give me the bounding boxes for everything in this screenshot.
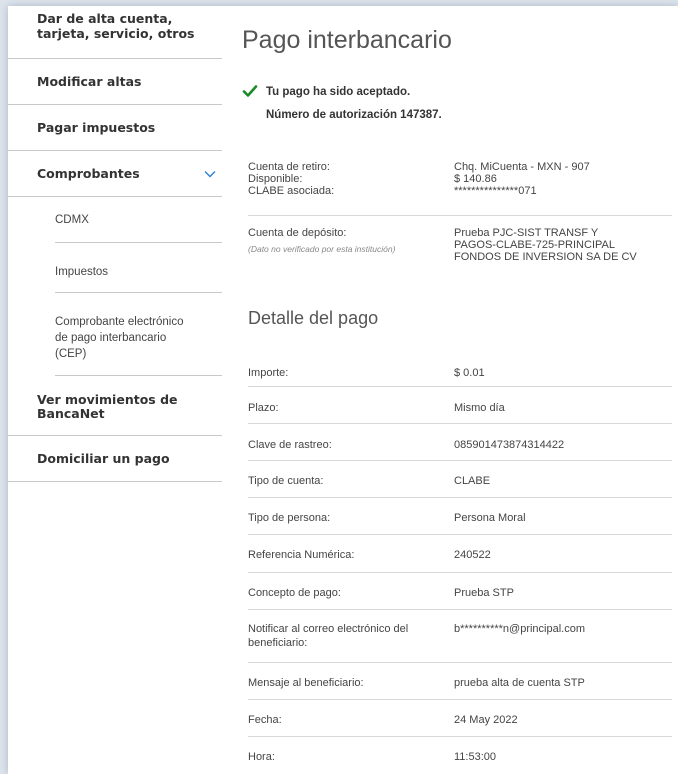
section-title: Detalle del pago <box>248 308 379 328</box>
detail-value: CLABE <box>454 475 491 487</box>
detail-label: Fecha: <box>248 714 282 726</box>
detail-value: Persona Moral <box>454 512 526 524</box>
sidebar-item-ver-movimientos[interactable]: Ver movimientos de BancaNet <box>8 376 222 436</box>
sidebar-subitem-cdmx[interactable]: CDMX <box>55 197 222 243</box>
detail-value: Mismo día <box>454 402 505 414</box>
detail-value: 11:53:00 <box>454 751 497 763</box>
chevron-down-icon[interactable] <box>204 169 216 179</box>
sidebar-item-domiciliar-pago[interactable]: Domiciliar un pago <box>8 436 222 482</box>
sidebar-item-label: BancaNet <box>37 406 105 421</box>
withdrawal-labels: Cuenta de retiro: Disponible: CLABE asoc… <box>248 161 334 197</box>
detail-value: Prueba STP <box>454 587 514 599</box>
detail-row: Hora: 11:53:00 <box>248 737 672 774</box>
detail-row: Clave de rastreo: 085901473874314422 <box>248 424 672 461</box>
deposit-values: Prueba PJC-SIST TRANSF Y PAGOS-CLABE-725… <box>454 227 637 263</box>
detail-value: 085901473874314422 <box>454 439 565 451</box>
detail-row: Fecha: 24 May 2022 <box>248 700 672 737</box>
sidebar-subitem-label: de pago interbancario <box>55 332 167 344</box>
sidebar-item-label: tarjeta, servicio, otros <box>37 26 195 41</box>
deposit-value-line: FONDOS DE INVERSION SA DE CV <box>454 251 637 263</box>
sidebar-item-pagar-impuestos[interactable]: Pagar impuestos <box>8 105 222 151</box>
sidebar-subitem-impuestos[interactable]: Impuestos <box>55 243 222 293</box>
sidebar-subitem-label: (CEP) <box>55 348 87 360</box>
detail-row: Importe: $ 0.01 <box>248 350 672 387</box>
detail-row: Notificar al correo electrónico del bene… <box>248 610 672 663</box>
sidebar-item-modificar-altas[interactable]: Modificar altas <box>8 59 222 105</box>
deposit-note: (Dato no verificado por esta institución… <box>248 244 396 254</box>
detail-value: $ 0.01 <box>454 367 485 379</box>
deposit-value-line: Prueba PJC-SIST TRANSF Y <box>454 227 599 239</box>
detail-value: prueba alta de cuenta STP <box>454 677 585 689</box>
detail-label: Concepto de pago: <box>248 587 341 599</box>
sidebar-subitem-label: Impuestos <box>55 266 109 278</box>
success-text: Tu pago ha sido aceptado. <box>266 86 411 98</box>
available-label: Disponible: <box>248 173 303 185</box>
deposit-account-label: Cuenta de depósito: <box>248 227 347 239</box>
detail-label: Tipo de cuenta: <box>248 475 324 487</box>
page-title: Pago interbancario <box>242 26 452 54</box>
deposit-account: Cuenta de depósito: (Dato no verificado … <box>248 227 672 287</box>
detail-label: Tipo de persona: <box>248 512 331 524</box>
detail-value: 24 May 2022 <box>454 714 518 726</box>
success-message: Tu pago ha sido aceptado. <box>242 85 411 98</box>
detail-label: Importe: <box>248 367 289 379</box>
sidebar-item-label: Pagar impuestos <box>37 120 156 135</box>
detail-row: Referencia Numérica: 240522 <box>248 535 672 573</box>
deposit-value-line: PAGOS-CLABE-725-PRINCIPAL <box>454 239 615 251</box>
withdrawal-account-label: Cuenta de retiro: <box>248 161 330 173</box>
sidebar-item-comprobantes[interactable]: Comprobantes <box>8 151 222 197</box>
detail-label: Clave de rastreo: <box>248 439 332 451</box>
detail-row: Tipo de cuenta: CLABE <box>248 461 672 498</box>
detail-label: Notificar al correo electrónico del bene… <box>248 623 409 649</box>
detail-label: Plazo: <box>248 402 279 414</box>
detail-value: b**********n@principal.com <box>454 623 586 635</box>
clabe-label: CLABE asociada: <box>248 185 335 197</box>
detail-label: Mensaje al beneficiario: <box>248 677 364 689</box>
withdrawal-account: Cuenta de retiro: Disponible: CLABE asoc… <box>248 161 672 216</box>
withdrawal-account-value: Chq. MiCuenta - MXN - 907 <box>454 161 590 173</box>
authorization-number: Número de autorización 147387. <box>266 109 442 121</box>
detail-label: Referencia Numérica: <box>248 549 355 561</box>
detail-label: Hora: <box>248 751 275 763</box>
detail-row: Concepto de pago: Prueba STP <box>248 573 672 610</box>
sidebar-subitem-cep[interactable]: Comprobante electrónico de pago interban… <box>55 293 222 376</box>
sidebar-item-dar-de-alta[interactable]: Dar de alta cuenta, tarjeta, servicio, o… <box>8 6 222 59</box>
deposit-labels: Cuenta de depósito: (Dato no verificado … <box>248 227 395 255</box>
sidebar-nav: Dar de alta cuenta, tarjeta, servicio, o… <box>8 6 222 482</box>
payment-detail-table: Importe: $ 0.01 Plazo: Mismo día Clave d… <box>248 350 672 774</box>
withdrawal-values: Chq. MiCuenta - MXN - 907 $ 140.86 *****… <box>454 161 590 197</box>
clabe-value: ***************071 <box>454 185 537 197</box>
sidebar-item-label: Ver movimientos de <box>37 392 178 407</box>
available-value: $ 140.86 <box>454 173 497 185</box>
detail-row: Plazo: Mismo día <box>248 387 672 424</box>
sidebar-item-label: Dar de alta cuenta, <box>37 11 173 26</box>
detail-row: Mensaje al beneficiario: prueba alta de … <box>248 663 672 700</box>
checkmark-icon <box>242 85 258 97</box>
sidebar-item-label: Domiciliar un pago <box>37 451 170 466</box>
detail-value: 240522 <box>454 549 491 561</box>
sidebar-subitem-label: Comprobante electrónico <box>55 316 184 328</box>
detail-row: Tipo de persona: Persona Moral <box>248 498 672 535</box>
sidebar-item-label: Modificar altas <box>37 74 142 89</box>
sidebar-item-label: Comprobantes <box>37 166 140 181</box>
sidebar-subitem-label: CDMX <box>55 214 89 226</box>
app-window: Dar de alta cuenta, tarjeta, servicio, o… <box>8 6 678 774</box>
